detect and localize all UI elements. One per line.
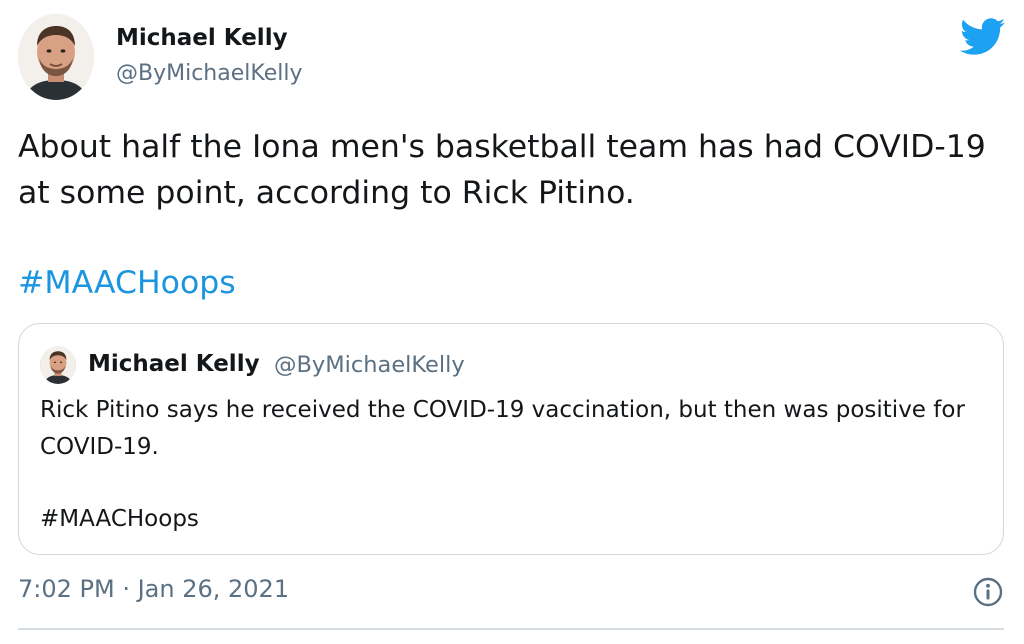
quoted-author-handle: @ByMichaelKelly: [274, 352, 465, 378]
author-display-name[interactable]: Michael Kelly: [116, 25, 288, 51]
quoted-author-avatar: [40, 346, 76, 384]
quoted-avatar-photo: [41, 346, 75, 384]
footer-divider: [18, 628, 1004, 630]
quoted-tweet-card[interactable]: Michael Kelly @ByMichaelKelly Rick Pitin…: [18, 323, 1004, 555]
author-avatar[interactable]: [18, 14, 94, 100]
quoted-tweet-hashtag: #MAACHoops: [40, 506, 199, 532]
quoted-author-display-name: Michael Kelly: [88, 351, 260, 377]
tweet-text: About half the Iona men's basketball tea…: [18, 129, 986, 211]
avatar-photo: [18, 14, 94, 100]
author-handle[interactable]: @ByMichaelKelly: [116, 61, 302, 86]
tweet-timestamp-link[interactable]: 7:02 PM · Jan 26, 2021: [18, 575, 289, 603]
quoted-tweet-text: Rick Pitino says he received the COVID-1…: [40, 397, 965, 460]
tweet-hashtag-link[interactable]: #MAACHoops: [18, 260, 236, 306]
info-icon[interactable]: [972, 576, 1004, 608]
twitter-bird-icon[interactable]: [960, 18, 1006, 56]
